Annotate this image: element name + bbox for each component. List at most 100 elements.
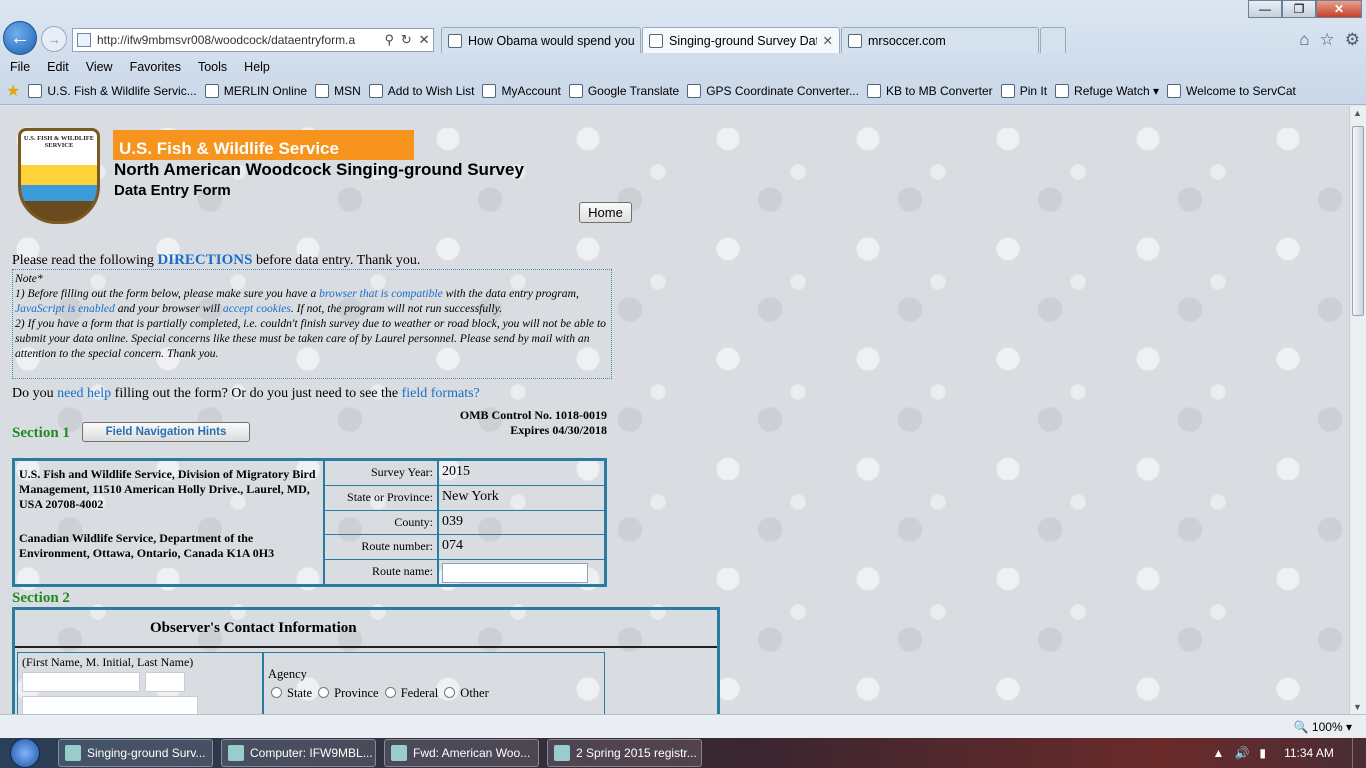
directions-text: Please read the following DIRECTIONS bef…: [12, 252, 421, 268]
county-value: 039: [442, 513, 463, 529]
agency-federal-radio[interactable]: [384, 687, 396, 698]
menu-tools[interactable]: Tools: [198, 60, 227, 74]
system-tray: ▲ 🔊 ▮ 11:34 AM: [1213, 746, 1352, 760]
chrome-icon: [391, 745, 407, 761]
home-button[interactable]: Home: [579, 202, 632, 223]
computer-icon: [228, 745, 244, 761]
tab-obama[interactable]: How Obama would spend you...: [441, 27, 641, 53]
scroll-up-icon[interactable]: ▲: [1353, 108, 1362, 118]
ie-page-icon: [568, 84, 583, 98]
fws-logo-icon: [28, 84, 43, 98]
start-button[interactable]: [0, 738, 50, 768]
section-1-label: Section 1: [12, 425, 70, 441]
route-number-value: 074: [442, 538, 463, 554]
stop-icon[interactable]: ✕: [419, 32, 430, 48]
javascript-link[interactable]: JavaScript is enabled: [15, 302, 115, 315]
pdf-icon: [554, 745, 570, 761]
cookies-link[interactable]: accept cookies: [223, 302, 291, 315]
agency-banner: U.S. Fish & Wildlife Service: [113, 130, 414, 160]
help-text: Do you need help filling out the form? O…: [12, 386, 480, 401]
compatible-browser-link[interactable]: browser that is compatible: [319, 287, 443, 300]
tab-favicon-icon: [448, 33, 462, 48]
section-1-table: U.S. Fish and Wildlife Service, Division…: [12, 458, 607, 587]
tab-mrsoccer[interactable]: mrsoccer.com: [841, 27, 1039, 53]
last-name-input[interactable]: [22, 696, 198, 714]
field-formats-link[interactable]: field formats?: [402, 386, 480, 401]
fws-logo-icon: U.S. FISH & WILDLIFE SERVICE: [18, 128, 100, 224]
scrollbar-thumb[interactable]: [1352, 126, 1364, 316]
fav-refuge-watch[interactable]: Refuge Watch ▾: [1055, 84, 1159, 98]
volume-icon[interactable]: 🔊: [1234, 746, 1249, 760]
network-icon[interactable]: ▮: [1259, 746, 1266, 760]
scroll-down-icon[interactable]: ▼: [1353, 702, 1362, 712]
menu-file[interactable]: File: [10, 60, 30, 74]
fav-pin-it[interactable]: Pin It: [1000, 84, 1047, 98]
route-name-input[interactable]: [442, 563, 588, 584]
show-hidden-icons-icon[interactable]: ▲: [1213, 746, 1225, 760]
fav-servcat[interactable]: Welcome to ServCat: [1167, 84, 1296, 98]
taskbar: Singing-ground Surv... Computer: IFW9MBL…: [0, 738, 1366, 768]
close-window-button[interactable]: ✕: [1316, 0, 1362, 18]
address-url[interactable]: http://ifw9mbmsvr008/woodcock/dataentryf…: [97, 33, 381, 47]
fav-gps-converter[interactable]: GPS Coordinate Converter...: [687, 84, 859, 98]
state-value: New York: [442, 488, 499, 504]
taskbar-ie[interactable]: Singing-ground Surv...: [58, 739, 213, 767]
clock[interactable]: 11:34 AM: [1276, 746, 1342, 760]
ie-icon: [65, 745, 81, 761]
taskbar-chrome[interactable]: Fwd: American Woo...: [384, 739, 539, 767]
menu-view[interactable]: View: [86, 60, 113, 74]
fav-usfws[interactable]: U.S. Fish & Wildlife Servic...: [28, 84, 197, 98]
browser-chrome: ← → http://ifw9mbmsvr008/woodcock/dataen…: [0, 0, 1366, 105]
middle-initial-input[interactable]: [145, 672, 185, 692]
forward-button[interactable]: →: [41, 26, 67, 52]
vertical-scrollbar[interactable]: ▲ ▼: [1349, 106, 1366, 714]
zoom-level[interactable]: 100%: [1312, 720, 1343, 734]
menu-help[interactable]: Help: [244, 60, 270, 74]
menu-edit[interactable]: Edit: [47, 60, 69, 74]
fav-wishlist[interactable]: Add to Wish List: [368, 84, 474, 98]
page-icon: [77, 33, 91, 47]
observer-header: Observer's Contact Information: [15, 610, 717, 648]
minimize-button[interactable]: —: [1248, 0, 1282, 18]
taskbar-computer[interactable]: Computer: IFW9MBL...: [221, 739, 376, 767]
ie-page-icon: [649, 33, 663, 48]
agency-province-radio[interactable]: [318, 687, 330, 698]
field-navigation-hints-button[interactable]: Field Navigation Hints: [82, 422, 250, 442]
page-title: North American Woodcock Singing-ground S…: [114, 160, 524, 179]
fav-kb-mb[interactable]: KB to MB Converter: [866, 84, 993, 98]
back-button[interactable]: ←: [3, 21, 37, 55]
fav-myaccount[interactable]: MyAccount: [482, 84, 561, 98]
favorites-star-icon[interactable]: ★: [6, 81, 20, 101]
home-icon[interactable]: ⌂: [1299, 30, 1309, 50]
fav-merlin[interactable]: MERLIN Online: [204, 84, 307, 98]
first-name-input[interactable]: [22, 672, 140, 692]
favorites-bar: ★ U.S. Fish & Wildlife Servic... MERLIN …: [0, 80, 1366, 102]
merlin-icon: [204, 84, 219, 98]
fav-msn[interactable]: MSN: [315, 84, 361, 98]
chevron-down-icon[interactable]: ▾: [1153, 84, 1159, 98]
search-icon[interactable]: ⚲: [384, 32, 394, 48]
tools-gear-icon[interactable]: ⚙: [1345, 30, 1360, 50]
taskbar-pdf[interactable]: 2 Spring 2015 registr...: [547, 739, 702, 767]
fav-google-translate[interactable]: Google Translate: [568, 84, 679, 98]
maximize-button[interactable]: ❐: [1282, 0, 1316, 18]
status-bar: 🔍 100% ▾: [0, 714, 1366, 738]
address-bar[interactable]: http://ifw9mbmsvr008/woodcock/dataentryf…: [72, 28, 434, 52]
window-controls: — ❐ ✕: [1248, 0, 1362, 18]
tab-singing-ground[interactable]: Singing-ground Survey Dat... ✕: [642, 27, 840, 53]
menu-favorites[interactable]: Favorites: [130, 60, 181, 74]
page-content: U.S. FISH & WILDLIFE SERVICE U.S. Fish &…: [0, 106, 1349, 714]
refresh-icon[interactable]: ↻: [401, 32, 412, 48]
favorites-star-icon[interactable]: ☆: [1320, 30, 1335, 50]
zoom-icon: 🔍: [1293, 719, 1309, 734]
agency-other-radio[interactable]: [444, 687, 456, 698]
menu-bar: File Edit View Favorites Tools Help: [0, 56, 1366, 78]
show-desktop-button[interactable]: [1352, 738, 1366, 768]
chevron-down-icon[interactable]: ▾: [1346, 720, 1352, 734]
ie-page-icon: [368, 84, 383, 98]
need-help-link[interactable]: need help: [57, 386, 111, 401]
new-tab-button[interactable]: [1040, 27, 1066, 53]
agency-state-radio[interactable]: [271, 687, 282, 698]
close-tab-icon[interactable]: ✕: [823, 33, 833, 48]
directions-link[interactable]: DIRECTIONS: [157, 252, 252, 268]
